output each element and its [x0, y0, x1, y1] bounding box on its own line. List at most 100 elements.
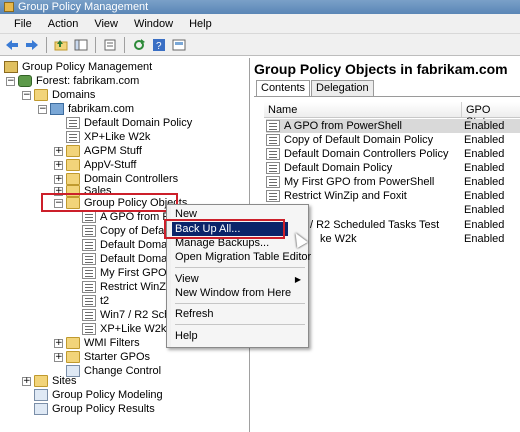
row-status: Enabled [464, 233, 505, 245]
tree-node-domains[interactable]: − Domains [22, 88, 95, 102]
row-name: My First GPO from PowerShell [284, 176, 435, 188]
row-status: Enabled [464, 148, 505, 160]
tree-node-gpo[interactable]: Default Domai [82, 252, 170, 266]
ou-icon [66, 159, 80, 171]
tree-node-gpo[interactable]: Win7 / R2 Sch [82, 308, 170, 322]
expand-icon[interactable]: + [22, 376, 31, 386]
tab-contents[interactable]: Contents [256, 80, 311, 96]
gpo-icon [266, 148, 280, 160]
menu-window[interactable]: Window [126, 16, 181, 32]
tab-delegation[interactable]: Delegation [311, 80, 374, 96]
tree-node-domain[interactable]: − fabrikam.com [38, 102, 134, 116]
gpo-icon [266, 162, 280, 174]
menu-item-help[interactable]: Help [175, 329, 198, 343]
tree-node-root[interactable]: Group Policy Management [4, 60, 152, 74]
column-name[interactable]: Name [264, 102, 462, 117]
toolbar-separator [46, 36, 47, 53]
console-icon[interactable] [171, 37, 187, 53]
tree-label: Win7 / R2 Sch [100, 309, 171, 321]
tree-node-change-control[interactable]: Change Control [66, 364, 161, 378]
help-icon[interactable]: ? [151, 37, 167, 53]
tree-node-forest[interactable]: − Forest: fabrikam.com [6, 74, 139, 88]
tree-node-gpo[interactable]: A GPO from P [82, 210, 170, 224]
row-name: Copy of Default Domain Policy [284, 134, 434, 146]
title-bar: Group Policy Management [0, 0, 520, 14]
list-row[interactable]: Restrict WinZip and Foxit Enabled [266, 189, 520, 203]
refresh-icon[interactable] [131, 37, 147, 53]
properties-icon[interactable] [102, 37, 118, 53]
tree-node-gpo[interactable]: XP+Like W2k [82, 322, 166, 336]
list-row[interactable]: A GPO from PowerShell Enabled [266, 119, 520, 133]
expand-icon[interactable]: + [54, 174, 63, 184]
app-icon [4, 2, 14, 12]
menu-action[interactable]: Action [40, 16, 87, 32]
row-name: Default Domain Policy [284, 162, 393, 174]
tree-node-gpo[interactable]: Default Domai [82, 238, 170, 252]
gpo-icon [82, 239, 96, 251]
gpo-icon [82, 253, 96, 265]
tree-node-gp-modeling[interactable]: Group Policy Modeling [34, 388, 163, 402]
tree-node-appv-stuff[interactable]: + AppV-Stuff [54, 158, 136, 172]
list-row[interactable]: My First GPO from PowerShell Enabled [266, 175, 520, 189]
tree-node-default-domain-policy-link[interactable]: Default Domain Policy [66, 116, 192, 130]
column-gpo-status[interactable]: GPO Status [462, 102, 520, 128]
menu-file[interactable]: File [6, 16, 40, 32]
tree-node-gpo[interactable]: Restrict WinZi [82, 280, 168, 294]
menu-item-migration-table-editor[interactable]: Open Migration Table Editor [175, 250, 311, 264]
row-status: Enabled [464, 190, 505, 202]
tree-node-xp-like-link[interactable]: XP+Like W2k [66, 130, 150, 144]
menu-help[interactable]: Help [181, 16, 220, 32]
back-icon[interactable] [4, 37, 20, 53]
tree-node-sites[interactable]: + Sites [22, 374, 76, 388]
row-status: Enabled [464, 204, 505, 216]
list-row[interactable]: Copy of Default Domain Policy Enabled [266, 133, 520, 147]
gpo-icon [266, 176, 280, 188]
collapse-icon[interactable]: − [6, 76, 15, 86]
menu-separator [175, 324, 305, 325]
tree-node-starter-gpos[interactable]: + Starter GPOs [54, 350, 150, 364]
up-folder-icon[interactable] [53, 37, 69, 53]
menu-item-new-window[interactable]: New Window from Here [175, 286, 291, 300]
tree-node-gp-results[interactable]: Group Policy Results [34, 402, 155, 416]
tree-label: XP+Like W2k [84, 131, 151, 143]
domain-icon [50, 103, 64, 115]
tab-divider [254, 96, 520, 97]
tree-label: Sites [52, 375, 77, 387]
sites-icon [34, 375, 48, 387]
tree-node-gpo[interactable]: Copy of Defa [82, 224, 164, 238]
gpo-link-icon [66, 131, 80, 143]
list-row[interactable]: Default Domain Policy Enabled [266, 161, 520, 175]
toolbar: ? [0, 34, 520, 56]
forward-icon[interactable] [24, 37, 40, 53]
gpm-icon [4, 61, 18, 73]
gpo-icon [82, 225, 96, 237]
expand-icon[interactable]: + [54, 160, 63, 170]
gpo-icon [82, 309, 96, 321]
expand-icon[interactable]: + [54, 146, 63, 156]
collapse-icon[interactable]: − [38, 104, 47, 114]
menu-item-view[interactable]: View ▶ [175, 272, 307, 286]
expand-icon[interactable]: + [54, 338, 63, 348]
collapse-icon[interactable]: − [22, 90, 31, 100]
row-name: Restrict WinZip and Foxit [284, 190, 407, 202]
tree-node-gpo[interactable]: t2 [82, 294, 109, 308]
show-hide-tree-icon[interactable] [73, 37, 89, 53]
tree-label: Default Domai [100, 253, 170, 265]
row-name: A GPO from PowerShell [284, 120, 402, 132]
list-row[interactable]: Default Domain Controllers Policy Enable… [266, 147, 520, 161]
toolbar-separator [124, 36, 125, 53]
menu-item-refresh[interactable]: Refresh [175, 307, 214, 321]
row-name: / R2 Scheduled Tasks Test [310, 219, 440, 231]
results-icon [34, 403, 48, 415]
tree-node-wmi-filters[interactable]: + WMI Filters [54, 336, 140, 350]
list-header: Name GPO Status [264, 102, 520, 128]
tree-node-agpm-stuff[interactable]: + AGPM Stuff [54, 144, 142, 158]
tree-label: AGPM Stuff [84, 145, 142, 157]
group-policy-objects-highlight [41, 193, 178, 212]
tree-node-gpo[interactable]: My First GPO f [82, 266, 173, 280]
row-status: Enabled [464, 162, 505, 174]
expand-icon[interactable]: + [54, 352, 63, 362]
tree-label: Group Policy Results [52, 403, 155, 415]
menu-view[interactable]: View [86, 16, 126, 32]
row-status: Enabled [464, 219, 505, 231]
